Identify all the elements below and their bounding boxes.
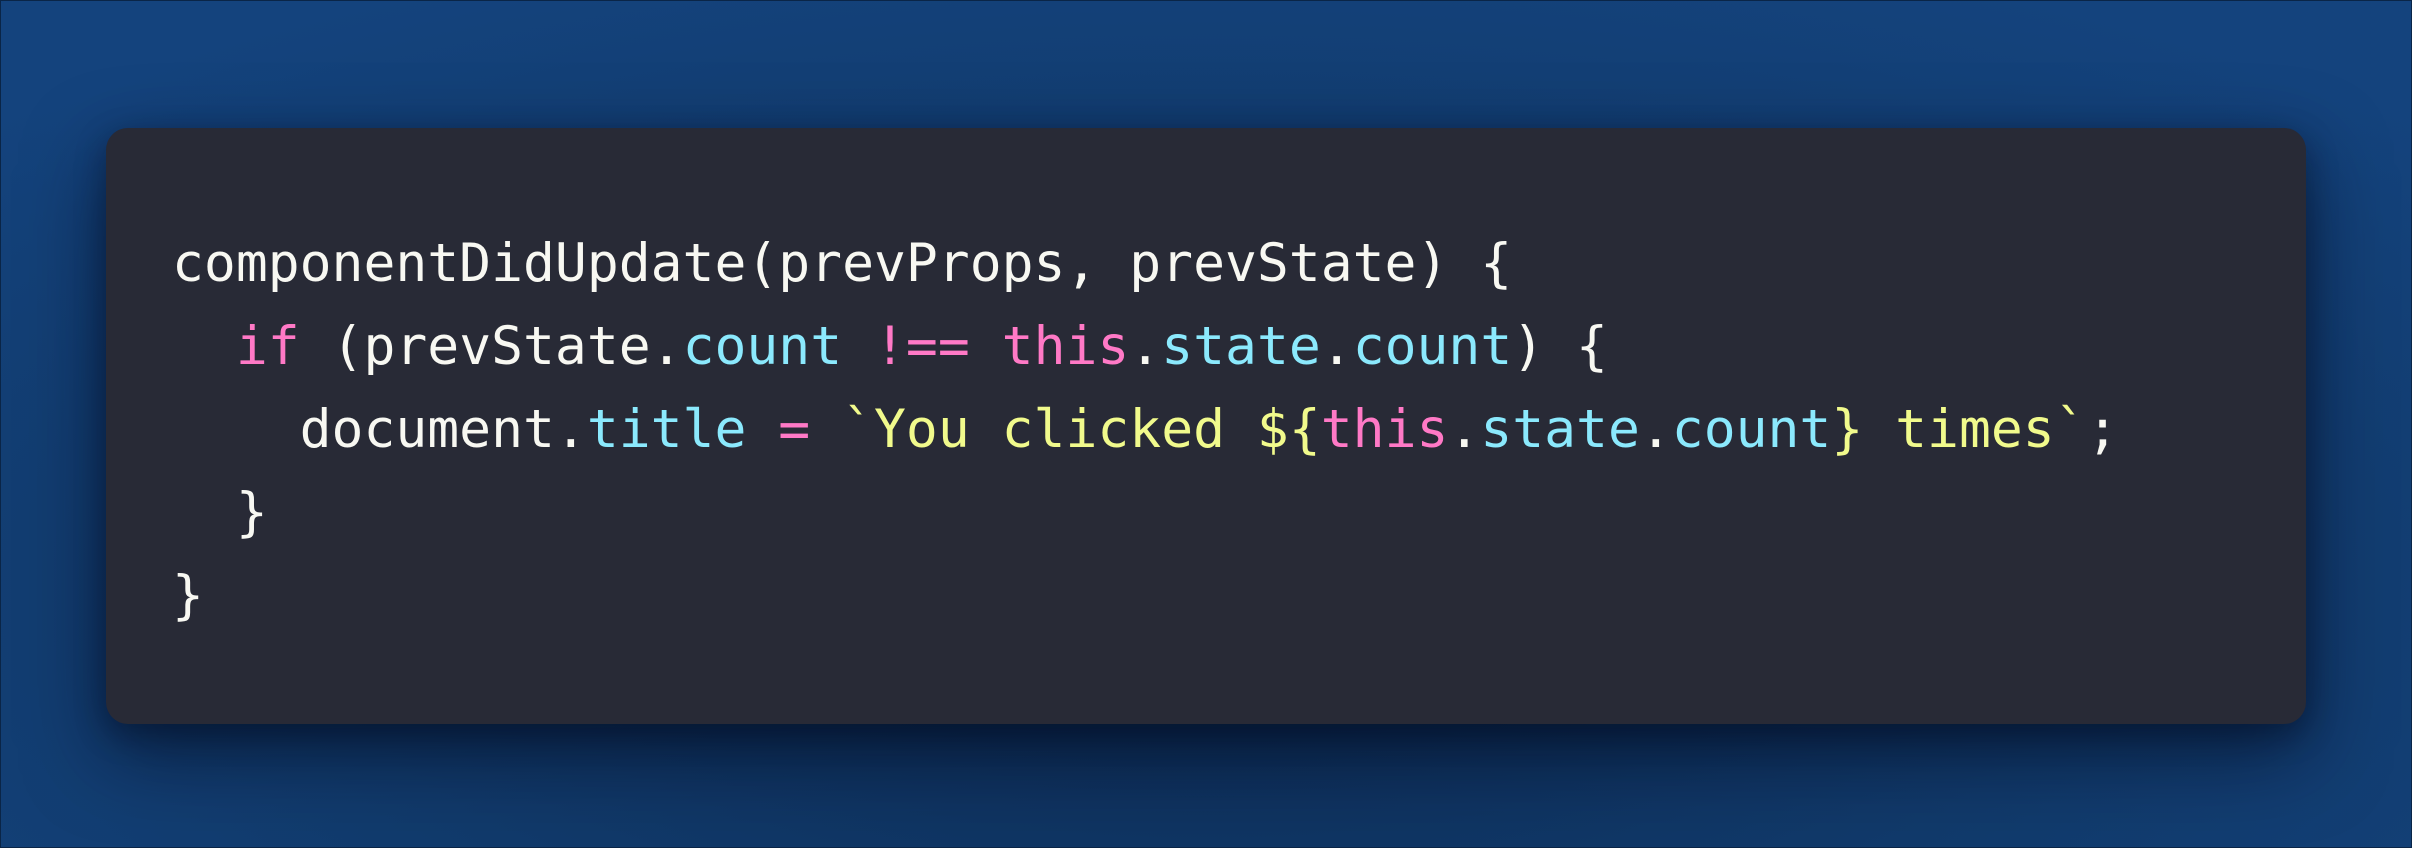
- not-equal-operator: !==: [842, 316, 1002, 377]
- document-object: document.: [299, 399, 587, 460]
- code-line-1: componentDidUpdate(prevProps, prevState)…: [172, 222, 2119, 305]
- code-line-3: document.title = `You clicked ${this.sta…: [172, 388, 2119, 471]
- code-line-5: }: [172, 554, 2119, 637]
- function-signature: componentDidUpdate(prevProps, prevState)…: [172, 233, 1513, 294]
- if-keyword: if: [235, 316, 300, 377]
- code-line-4: }: [172, 471, 2119, 554]
- closing-brace: }: [172, 565, 204, 626]
- code-line-2: if (prevState.count !== this.state.count…: [172, 305, 2119, 388]
- state-property: state: [1161, 316, 1321, 377]
- dot: .: [1129, 316, 1162, 377]
- semicolon: ;: [2086, 399, 2119, 460]
- state-property: state: [1480, 399, 1640, 460]
- code-block: componentDidUpdate(prevProps, prevState)…: [172, 222, 2119, 637]
- template-string-end: } times`: [1831, 399, 2087, 460]
- count-property: count: [682, 316, 843, 377]
- count-property: count: [1671, 399, 1832, 460]
- token: ) {: [1512, 316, 1608, 377]
- count-property: count: [1352, 316, 1513, 377]
- this-keyword: this: [1001, 316, 1130, 377]
- closing-brace: }: [172, 482, 268, 543]
- dot: .: [1320, 316, 1353, 377]
- this-keyword: this: [1320, 399, 1449, 460]
- template-string-start: `You clicked ${: [842, 399, 1321, 460]
- token: (prevState.: [299, 316, 683, 377]
- code-card: componentDidUpdate(prevProps, prevState)…: [106, 128, 2306, 724]
- dot: .: [1448, 399, 1481, 460]
- assign-operator: =: [746, 399, 843, 460]
- title-property: title: [586, 399, 747, 460]
- dot: .: [1639, 399, 1672, 460]
